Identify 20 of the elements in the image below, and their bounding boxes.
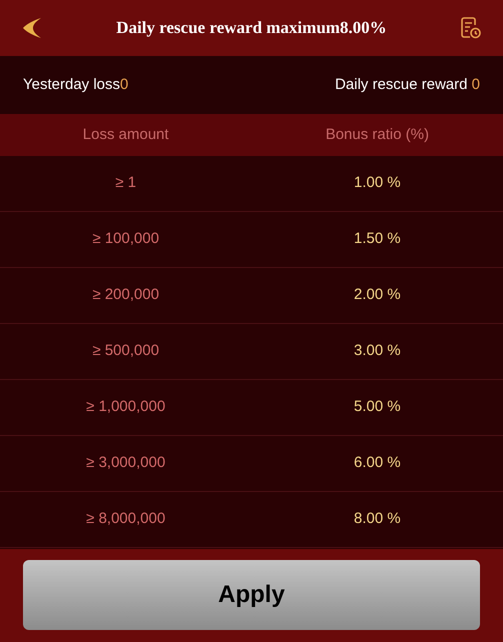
bonus-ratio-cell-text: 1.00 %	[352, 173, 402, 194]
bonus-ratio-cell-text: 1.50 %	[352, 229, 402, 250]
bonus-ratio-cell-text: 5.00 %	[352, 397, 402, 418]
column-header: Bonus ratio (%)	[324, 124, 430, 145]
column-header: Loss amount	[82, 124, 170, 145]
page-title: Daily rescue reward maximum8.00%	[116, 17, 387, 40]
loss-amount-cell-text: ≥ 1,000,000	[85, 397, 166, 418]
bonus-ratio-cell-text: 6.00 %	[352, 453, 402, 474]
loss-amount-cell-text: ≥ 100,000	[91, 229, 160, 250]
loss-amount-cell-text: ≥ 500,000	[91, 341, 160, 362]
bonus-ratio-cell-text: 3.00 %	[352, 341, 402, 362]
loss-amount-cell-text: ≥ 200,000	[91, 285, 160, 306]
loss-amount-cell-text: ≥ 3,000,000	[85, 453, 166, 474]
loss-amount-cell-text: ≥ 1	[114, 173, 138, 194]
apply-button[interactable]: Apply	[23, 560, 480, 630]
bonus-ratio-cell-text: 2.00 %	[352, 285, 402, 306]
loss-amount-cell-text: ≥ 8,000,000	[85, 509, 166, 530]
yesterday-loss: Yesterday loss0	[23, 74, 128, 95]
daily-reward: Daily rescue reward 0	[334, 74, 480, 95]
bonus-ratio-cell-text: 8.00 %	[352, 509, 402, 530]
